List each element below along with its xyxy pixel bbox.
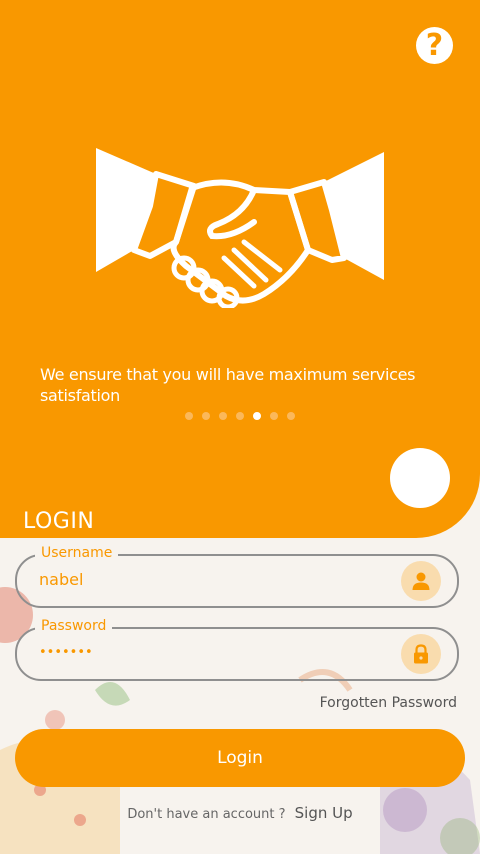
signup-prompt: Don't have an account ? xyxy=(127,807,286,822)
password-input[interactable]: ••••••• xyxy=(39,645,93,660)
carousel-dot[interactable] xyxy=(270,412,278,420)
username-label: Username xyxy=(35,545,119,561)
question-mark-icon[interactable]: ? xyxy=(416,27,453,64)
page-title: LOGIN xyxy=(23,509,95,534)
carousel-dot-active[interactable] xyxy=(253,412,261,420)
password-field[interactable]: Password ••••••• xyxy=(15,618,459,681)
carousel-dot[interactable] xyxy=(185,412,193,420)
signup-link[interactable]: Sign Up xyxy=(295,804,353,822)
username-field[interactable]: Username nabel xyxy=(15,545,459,608)
lock-icon[interactable] xyxy=(401,634,441,674)
carousel-dot[interactable] xyxy=(202,412,210,420)
person-icon xyxy=(401,561,441,601)
next-button[interactable] xyxy=(390,448,450,508)
carousel-slogan: We ensure that you will have maximum ser… xyxy=(40,365,416,405)
forgot-password-link[interactable]: Forgotten Password xyxy=(280,695,457,711)
carousel-dot[interactable] xyxy=(287,412,295,420)
username-input[interactable]: nabel xyxy=(39,570,83,589)
carousel-page-indicator[interactable] xyxy=(0,412,480,420)
handshake-icon xyxy=(96,148,384,308)
password-label: Password xyxy=(35,618,113,634)
signup-row: Don't have an account ? Sign Up xyxy=(0,803,480,822)
carousel-dot[interactable] xyxy=(236,412,244,420)
login-button[interactable]: Login xyxy=(15,729,465,787)
carousel-dot[interactable] xyxy=(219,412,227,420)
hero-banner: ? We ensure that you will have maximum s… xyxy=(0,0,480,538)
